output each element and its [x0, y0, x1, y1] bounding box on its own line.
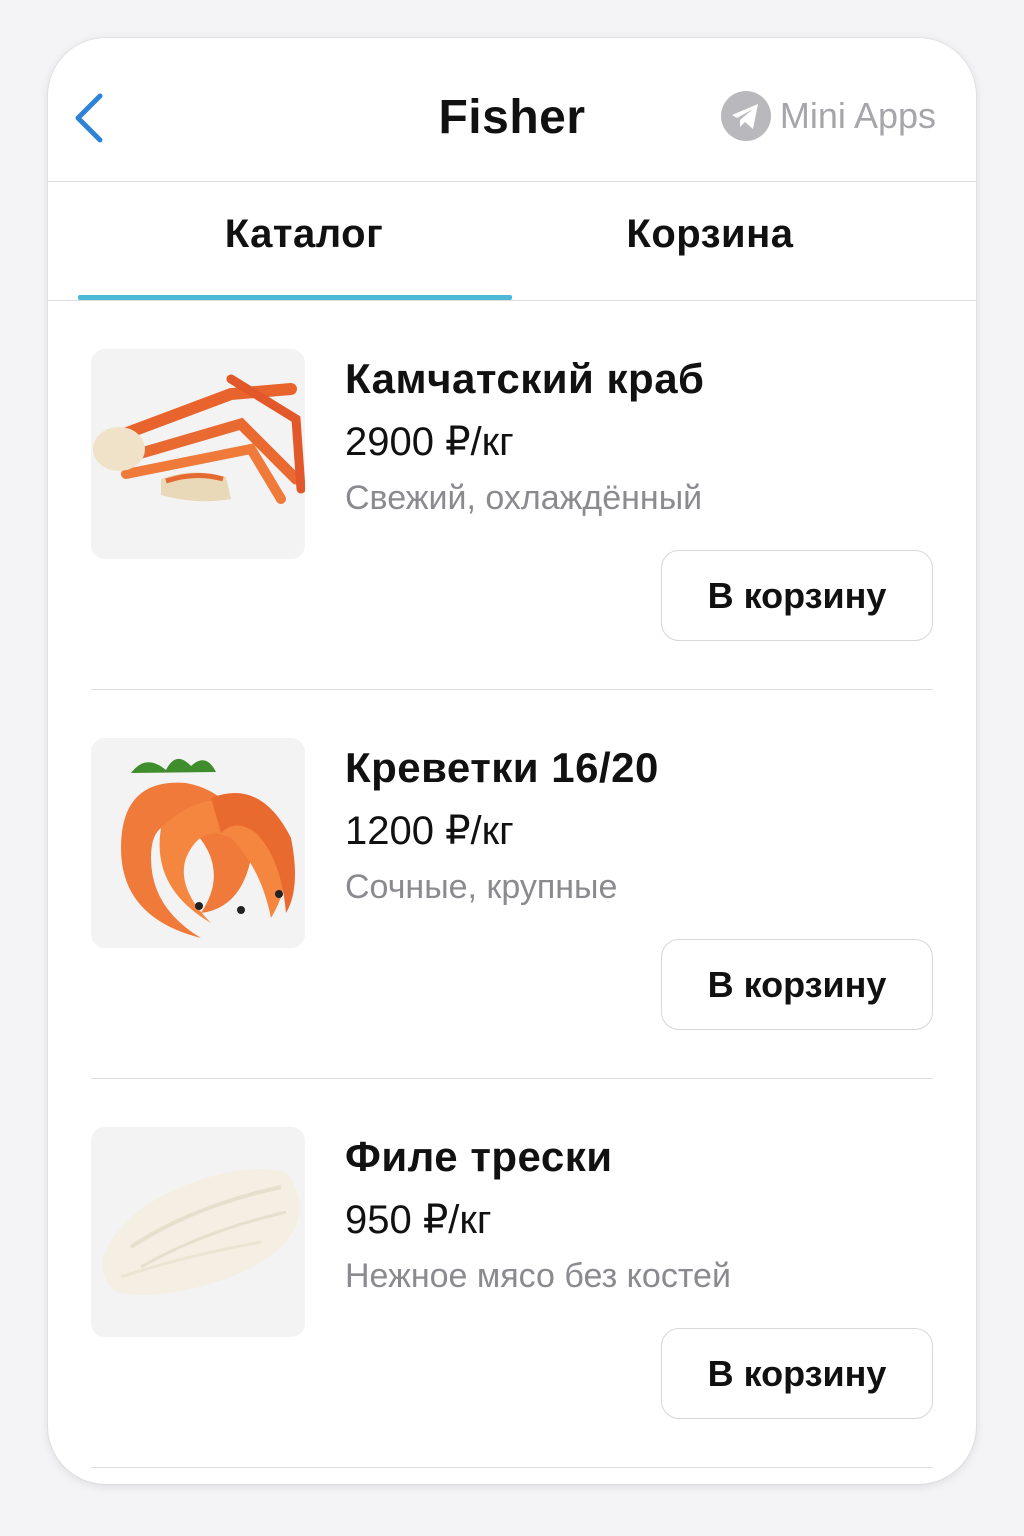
product-name: Креветки 16/20 — [345, 744, 659, 791]
product-name: Камчатский краб — [345, 355, 705, 402]
tab-catalog[interactable]: Каталог — [48, 212, 560, 257]
tab-cart[interactable]: Корзина — [510, 212, 910, 257]
app-header: Fisher Mini Apps — [48, 38, 976, 182]
product-description: Нежное мясо без костей — [345, 1257, 731, 1295]
product-price: 1200 ₽/кг — [345, 809, 514, 853]
product-item: Филе трески 950 ₽/кг Нежное мясо без кос… — [48, 1079, 976, 1468]
product-price: 2900 ₽/кг — [345, 420, 514, 464]
mini-apps-badge[interactable]: Mini Apps — [720, 90, 936, 142]
product-description: Сочные, крупные — [345, 868, 618, 906]
add-to-cart-button[interactable]: В корзину — [661, 939, 933, 1030]
product-item: Креветки 16/20 1200 ₽/кг Сочные, крупные… — [48, 690, 976, 1079]
shrimp-image — [91, 738, 305, 948]
king-crab-image — [91, 349, 305, 559]
tab-bar: Каталог Корзина — [48, 182, 976, 301]
mini-apps-label: Mini Apps — [779, 95, 936, 136]
divider — [91, 1466, 933, 1468]
add-to-cart-button[interactable]: В корзину — [661, 1328, 933, 1419]
product-item: Камчатский краб 2900 ₽/кг Свежий, охлажд… — [48, 301, 976, 690]
product-price: 950 ₽/кг — [345, 1198, 492, 1242]
cod-fillet-image — [91, 1127, 305, 1337]
product-description: Свежий, охлаждённый — [345, 479, 703, 517]
add-to-cart-button[interactable]: В корзину — [661, 550, 933, 641]
product-name: Филе трески — [345, 1133, 613, 1180]
telegram-icon — [720, 91, 771, 141]
active-tab-indicator — [78, 295, 512, 300]
product-list: Камчатский краб 2900 ₽/кг Свежий, охлажд… — [48, 301, 976, 1468]
mini-app-window: Fisher Mini Apps Каталог Корзина Камчатс… — [48, 38, 976, 1484]
